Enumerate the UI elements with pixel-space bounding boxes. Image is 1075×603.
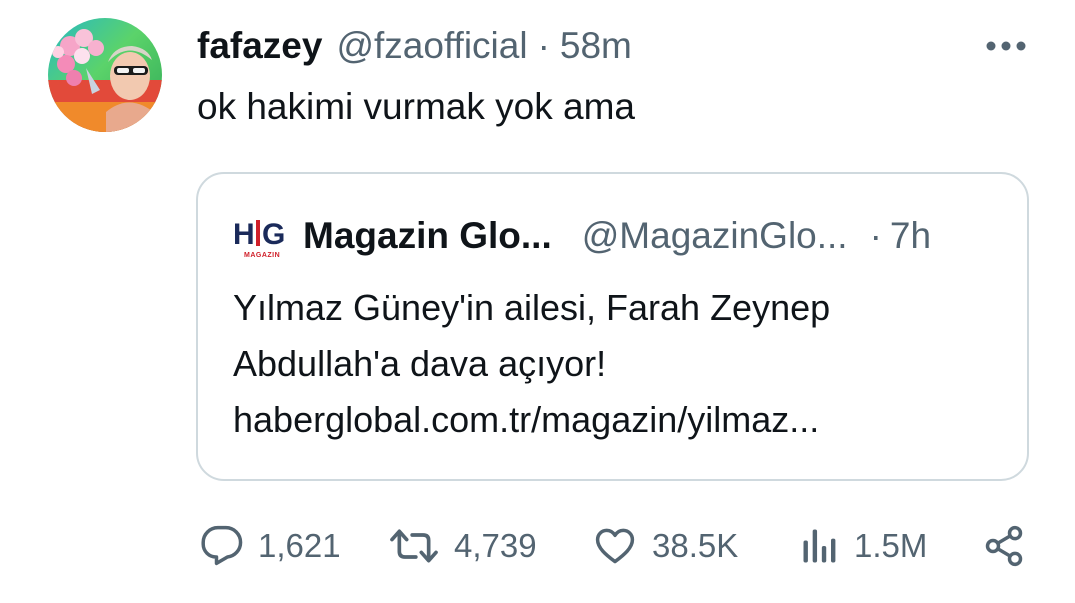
retweet-button[interactable]: 4,739 xyxy=(388,518,537,574)
quoted-text: Yılmaz Güney'in ailesi, Farah Zeynep Abd… xyxy=(233,280,830,448)
timestamp[interactable]: 58m xyxy=(560,25,632,67)
quoted-handle[interactable]: @MagazinGlo... xyxy=(582,215,848,257)
more-icon[interactable] xyxy=(985,36,1027,56)
tweet-header: fafazey @fzaofficial · 58m xyxy=(197,23,632,69)
share-icon xyxy=(985,525,1023,567)
retweet-icon xyxy=(390,529,438,563)
action-bar: 1,621 4,739 38.5K 1.5M xyxy=(0,518,1075,574)
share-button[interactable] xyxy=(982,518,1026,574)
svg-text:MAGAZIN: MAGAZIN xyxy=(244,252,280,259)
separator-dot: · xyxy=(537,25,550,66)
quoted-separator-dot: · xyxy=(869,215,882,256)
magazin-global-logo: H G MAGAZIN xyxy=(233,214,289,260)
retweet-count: 4,739 xyxy=(454,527,537,564)
tweet-text: ok hakimi vurmak yok ama xyxy=(197,86,635,127)
reply-count: 1,621 xyxy=(258,527,341,564)
quoted-header: Magazin Glo... @MagazinGlo... · 7h xyxy=(303,210,931,262)
quoted-timestamp[interactable]: 7h xyxy=(890,215,931,257)
reply-icon xyxy=(201,525,243,566)
quoted-link[interactable]: haberglobal.com.tr/magazin/yilmaz... xyxy=(233,392,830,448)
quoted-display-name[interactable]: Magazin Glo... xyxy=(303,215,552,257)
like-button[interactable]: 38.5K xyxy=(592,518,738,574)
heart-icon xyxy=(595,528,635,564)
display-name[interactable]: fafazey xyxy=(197,25,322,67)
quoted-tweet[interactable]: H G MAGAZIN Magazin Glo... @MagazinGlo..… xyxy=(196,172,1029,481)
svg-text:G: G xyxy=(262,218,285,251)
views-icon xyxy=(803,529,836,563)
views-count: 1.5M xyxy=(854,527,928,564)
svg-text:H: H xyxy=(233,218,255,251)
avatar-image xyxy=(48,18,162,132)
user-handle[interactable]: @fzaofficial xyxy=(336,25,527,67)
reply-button[interactable]: 1,621 xyxy=(200,518,341,574)
quoted-text-line: Yılmaz Güney'in ailesi, Farah Zeynep xyxy=(233,287,831,328)
avatar[interactable] xyxy=(48,18,162,132)
quoted-text-line: Abdullah'a dava açıyor! xyxy=(233,343,607,384)
like-count: 38.5K xyxy=(652,527,739,564)
views-button[interactable]: 1.5M xyxy=(800,518,927,574)
